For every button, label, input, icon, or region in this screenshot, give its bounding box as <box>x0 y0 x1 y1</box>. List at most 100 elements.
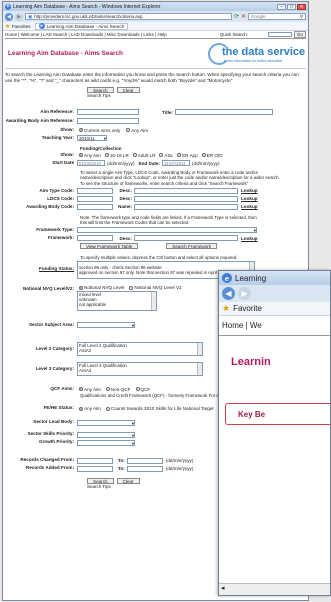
second-favorites-label[interactable]: Favorite <box>233 304 262 313</box>
chevron-down-icon: ▾ <box>131 440 134 446</box>
fc-1619-radio[interactable] <box>104 153 109 158</box>
awarding-body-name-input[interactable] <box>134 203 238 210</box>
fc-any-aim-radio[interactable] <box>79 153 83 158</box>
records-changed-to-input[interactable] <box>126 457 163 464</box>
title-input[interactable] <box>175 109 273 116</box>
qcf-radio[interactable] <box>135 387 140 392</box>
aim-type-desc-input[interactable] <box>134 187 238 194</box>
fc-erotg-radio[interactable] <box>201 153 206 158</box>
end-date-label: End Date: <box>138 160 161 166</box>
second-back-button[interactable]: ◀ <box>222 287 235 300</box>
nvq-level-v2-radio[interactable] <box>129 286 134 291</box>
current-aims-radio[interactable] <box>79 128 83 133</box>
ldcs-desc-label: Desc: <box>119 196 132 202</box>
go-button[interactable]: Go <box>293 31 306 38</box>
records-added-from-input[interactable] <box>77 465 113 472</box>
multi-select-note: To specify multiple values, depress the … <box>80 255 238 261</box>
view-framework-table-button[interactable]: View Framework Table <box>80 243 139 250</box>
skills-for-life-label: Counts towards 2010 Skills for Life Nati… <box>110 406 214 412</box>
stop-icon[interactable]: ✕ <box>241 13 246 20</box>
forward-button[interactable]: ▶ <box>15 12 23 21</box>
code-help-text: To select a single Aim Type, LDCS Code, … <box>80 170 280 186</box>
records-added-to-input[interactable] <box>126 465 163 472</box>
level3-list[interactable]: Full Level 3 Qualification ASiA3 <box>77 362 203 377</box>
address-bar[interactable]: ▣ http://providers.lsc.gov.uk/LAD/aims/s… <box>25 13 232 20</box>
nvq-list[interactable]: mixed level unknown not applicable <box>77 291 157 312</box>
fe-any-radio[interactable] <box>79 406 83 411</box>
records-changed-from-input[interactable] <box>77 457 113 464</box>
ldcs-lookup-link[interactable]: Lookup <box>241 196 258 201</box>
fe-he-label: FE/HE Status: <box>43 405 74 411</box>
fc-opt-0: Any Aim <box>84 152 101 158</box>
search-box[interactable]: Google ⚲ <box>248 13 306 20</box>
sector-lead-select[interactable]: ▾ <box>77 419 135 426</box>
refresh-icon[interactable]: ⟳ <box>234 13 239 20</box>
show-label: Show: <box>60 126 74 132</box>
nvq-label: Notional NVQ Level/V2: <box>22 286 74 292</box>
framework-desc-input[interactable] <box>134 235 238 242</box>
teaching-year-select[interactable]: 2010/11 ▾ <box>77 135 107 142</box>
quick-search-input[interactable] <box>267 32 292 37</box>
second-star-icon: ★ <box>222 303 231 313</box>
nvq-level-radio[interactable] <box>79 286 83 291</box>
awarding-body-lookup-link[interactable]: Lookup <box>241 204 258 209</box>
sector-skills-select[interactable]: ▾ <box>77 431 135 438</box>
framework-lookup-link[interactable]: Lookup <box>241 236 258 241</box>
ldcs-desc-input[interactable] <box>134 195 238 202</box>
favorites-button[interactable]: ★ Favorites <box>5 23 31 30</box>
second-horizontal-scrollbar[interactable]: ◂ <box>219 583 330 595</box>
qcf-non-radio[interactable] <box>105 387 110 392</box>
dates-row: Start Date 01/08/2010 (dd/mm/yyyy) End D… <box>5 159 306 167</box>
level2-item[interactable]: ASiA2 <box>79 348 202 353</box>
logo-name: the data service <box>222 45 306 58</box>
records-changed-to-label: To: <box>118 458 125 464</box>
framework-buttons-row: View Framework Table Search Framework <box>5 242 306 250</box>
minimize-icon[interactable]: – <box>277 3 286 10</box>
qcf-any-radio[interactable] <box>79 387 83 392</box>
framework-input[interactable] <box>77 235 113 242</box>
framework-type-label: Framework Type: <box>36 226 74 232</box>
chevron-down-icon: ▾ <box>131 432 134 438</box>
sector-subject-select[interactable]: ▾ <box>77 322 135 329</box>
skills-for-life-radio[interactable] <box>105 406 110 411</box>
second-browser-window[interactable]: e Learning ◀ ▶ ★ Favorite Home | We Lear… <box>218 270 331 596</box>
funding-status-label[interactable]: Funding Status: <box>5 261 77 272</box>
framework-type-select[interactable]: ▾ <box>77 227 257 234</box>
teaching-year-label: Teaching Year: <box>41 134 74 140</box>
aim-type-lookup-link[interactable]: Lookup <box>241 188 258 193</box>
awarding-body-code-input[interactable] <box>77 203 113 210</box>
sector-subject-label: Sector Subject Area: <box>28 322 74 328</box>
maximize-icon[interactable]: □ <box>287 3 296 10</box>
search-icon[interactable]: ⚲ <box>300 14 303 20</box>
second-home-nav[interactable]: Home | We <box>219 316 330 336</box>
aim-type-code-row: Aim Type Code: Desc: Lookup <box>5 187 306 195</box>
aim-reference-input[interactable] <box>77 109 139 116</box>
second-forward-button[interactable]: ▶ <box>238 287 251 300</box>
clear-button-bottom[interactable]: Clear <box>116 477 140 484</box>
fc-asl-radio[interactable] <box>159 153 164 158</box>
window-title: Learning Aim Database - Aims Search - Wi… <box>13 3 161 10</box>
browser-tab[interactable]: e Learning Aim Database - Aims Search <box>34 22 129 30</box>
awarding-body-aim-input[interactable] <box>77 118 139 125</box>
start-date-input[interactable]: 01/08/2010 <box>77 160 105 167</box>
clear-button[interactable]: Clear <box>116 87 140 94</box>
top-nav-links[interactable]: Home | Welcome | LAD Search | LAD Downlo… <box>5 32 167 37</box>
teaching-year-value: 2010/11 <box>79 136 95 142</box>
search-button-bottom[interactable]: Search <box>87 477 114 484</box>
level3-item[interactable]: ASiA3 <box>79 368 202 373</box>
fc-erapp-radio[interactable] <box>177 153 182 158</box>
growth-select[interactable]: ▾ <box>77 439 135 446</box>
any-aim-radio[interactable] <box>126 128 131 133</box>
close-icon[interactable]: ✕ <box>297 3 306 10</box>
search-framework-button[interactable]: Search Framework <box>166 243 218 250</box>
ldcs-code-input[interactable] <box>77 195 113 202</box>
back-button[interactable]: ◀ <box>5 12 13 21</box>
aim-type-code-input[interactable] <box>77 187 113 194</box>
search-placeholder: Google <box>251 14 266 19</box>
level2-list[interactable]: Full Level 2 Qualification ASiA2 <box>77 342 203 357</box>
fc-adult-radio[interactable] <box>132 153 137 158</box>
nvq-item[interactable]: not applicable <box>79 302 156 307</box>
records-added-label: Records Added From: <box>25 465 74 471</box>
end-date-input[interactable]: 31/07/2011 <box>162 160 191 167</box>
second-key-box[interactable]: Key Be <box>225 403 330 425</box>
